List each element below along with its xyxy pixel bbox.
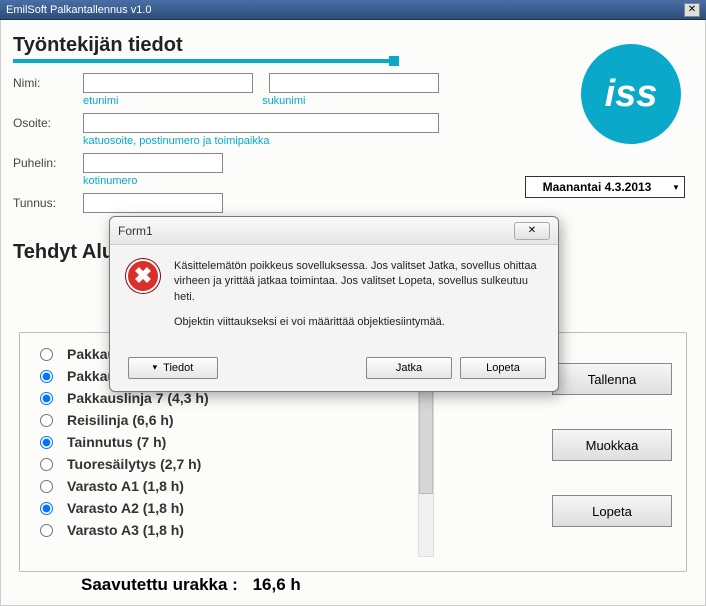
date-value: Maanantai 4.3.2013 <box>526 180 668 194</box>
firstname-input[interactable] <box>83 73 253 93</box>
logo-text: iss <box>605 73 658 116</box>
radio-input[interactable] <box>40 370 53 383</box>
dialog-titlebar: Form1 ✕ <box>110 217 558 245</box>
summary-value: 16,6 h <box>253 575 301 594</box>
summary: Saavutettu urakka : 16,6 h <box>81 575 301 595</box>
label-phone: Puhelin: <box>13 156 83 170</box>
radio-row[interactable]: Reisilinja (6,6 h) <box>34 409 386 431</box>
radio-input[interactable] <box>40 436 53 449</box>
dialog-title: Form1 <box>118 224 153 238</box>
address-input[interactable] <box>83 113 439 133</box>
error-dialog: Form1 ✕ ✖ Käsittelemätön poikkeus sovell… <box>109 216 559 392</box>
details-label: Tiedot <box>163 362 193 374</box>
error-icon: ✖ <box>126 259 160 293</box>
radio-input[interactable] <box>40 524 53 537</box>
dialog-msg1: Käsittelemätön poikkeus sovelluksessa. J… <box>174 259 542 305</box>
radio-label: Varasto A3 (1,8 h) <box>67 522 184 538</box>
radio-input[interactable] <box>40 392 53 405</box>
label-name: Nimi: <box>13 76 83 90</box>
radio-label: Tuoresäilytys (2,7 h) <box>67 456 201 472</box>
hint-lastname: sukunimi <box>262 95 305 107</box>
label-id: Tunnus: <box>13 196 83 210</box>
date-dropdown[interactable]: Maanantai 4.3.2013 ▼ <box>525 176 685 198</box>
radio-row[interactable]: Varasto A2 (1,8 h) <box>34 497 386 519</box>
edit-button[interactable]: Muokkaa <box>552 429 672 461</box>
radio-input[interactable] <box>40 348 53 361</box>
section-title-employee: Työntekijän tiedot <box>13 34 693 57</box>
dialog-buttonbar: Tiedot Jatka Lopeta <box>110 351 558 391</box>
radio-row[interactable]: Tainnutus (7 h) <box>34 431 386 453</box>
dialog-message: Käsittelemätön poikkeus sovelluksessa. J… <box>174 259 542 341</box>
radio-label: Reisilinja (6,6 h) <box>67 412 174 428</box>
radio-row[interactable]: Varasto A1 (1,8 h) <box>34 475 386 497</box>
dialog-msg2: Objektin viittaukseksi ei voi määrittää … <box>174 315 542 330</box>
id-input[interactable] <box>83 193 223 213</box>
dialog-body: ✖ Käsittelemätön poikkeus sovelluksessa.… <box>110 245 558 351</box>
details-button[interactable]: Tiedot <box>128 357 218 379</box>
lastname-input[interactable] <box>269 73 439 93</box>
save-button[interactable]: Tallenna <box>552 363 672 395</box>
window-body: iss Työntekijän tiedot Nimi: etunimi suk… <box>0 20 706 606</box>
row-phone: Puhelin: <box>13 153 693 173</box>
radio-row[interactable]: Tuoresäilytys (2,7 h) <box>34 453 386 475</box>
hint-address: katuosoite, postinumero ja toimipaikka <box>83 135 693 147</box>
radio-label: Pakkauslinja 7 (4,3 h) <box>67 390 209 406</box>
radio-input[interactable] <box>40 414 53 427</box>
titlebar: EmilSoft Palkantallennus v1.0 ✕ <box>0 0 706 20</box>
radio-input[interactable] <box>40 480 53 493</box>
radio-label: Varasto A2 (1,8 h) <box>67 500 184 516</box>
quit-button[interactable]: Lopeta <box>552 495 672 527</box>
radio-input[interactable] <box>40 502 53 515</box>
radio-input[interactable] <box>40 458 53 471</box>
radio-label: Tainnutus (7 h) <box>67 434 166 450</box>
chevron-down-icon: ▼ <box>668 183 684 192</box>
continue-button[interactable]: Jatka <box>366 357 452 379</box>
label-address: Osoite: <box>13 116 83 130</box>
dialog-quit-button[interactable]: Lopeta <box>460 357 546 379</box>
radio-label: Varasto A1 (1,8 h) <box>67 478 184 494</box>
logo: iss <box>581 44 681 144</box>
section-divider <box>13 59 393 63</box>
phone-input[interactable] <box>83 153 223 173</box>
close-icon[interactable]: ✕ <box>684 3 700 17</box>
summary-label: Saavutettu urakka : <box>81 575 238 594</box>
hint-firstname: etunimi <box>83 95 259 107</box>
dialog-close-button[interactable]: ✕ <box>514 222 550 240</box>
radio-row[interactable]: Varasto A3 (1,8 h) <box>34 519 386 541</box>
window-title: EmilSoft Palkantallennus v1.0 <box>6 0 152 20</box>
